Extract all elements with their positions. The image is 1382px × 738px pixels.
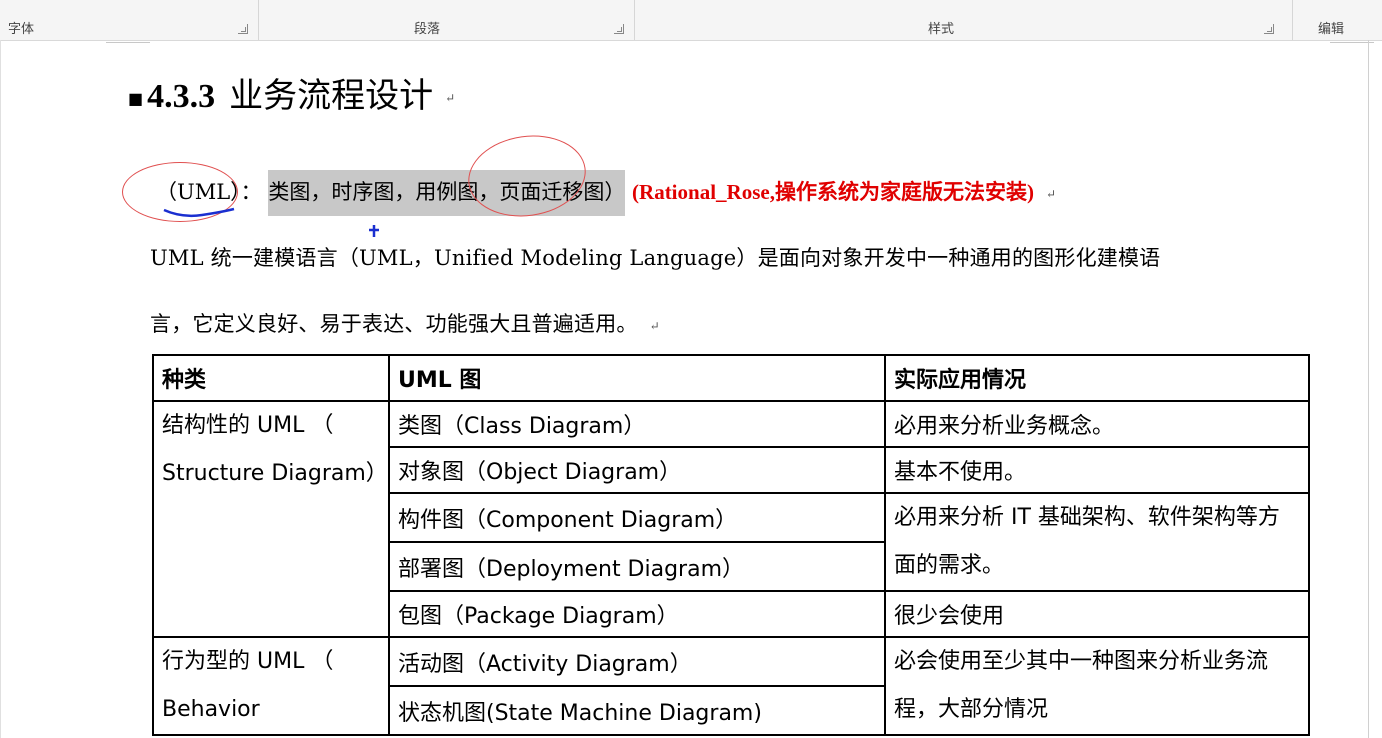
usage-cell[interactable]: 基本不使用。 xyxy=(884,446,1310,494)
uml-description-line-1[interactable]: UML 统一建模语言（UML，Unified Modeling Language… xyxy=(150,242,1160,272)
page-edge xyxy=(1368,40,1369,738)
paragraph-dialog-launcher-icon[interactable] xyxy=(614,24,624,34)
styles-dialog-launcher-icon[interactable] xyxy=(1264,24,1274,34)
usage-cell[interactable]: 很少会使用 xyxy=(884,590,1310,638)
diagram-cell[interactable]: 活动图（Activity Diagram） xyxy=(388,636,886,687)
ribbon-group-labels: 字体 段落 样式 编辑 xyxy=(0,0,1382,41)
paragraph-mark-icon: ↵ xyxy=(649,318,660,333)
install-note: (Rational_Rose,操作系统为家庭版无法安装) xyxy=(632,180,1034,204)
ribbon-group-paragraph[interactable]: 段落 xyxy=(414,18,440,37)
header-usage[interactable]: 实际应用情况 xyxy=(884,354,1310,402)
paragraph-mark-icon: ↵ xyxy=(445,91,456,105)
usage-cell[interactable]: 必会使用至少其中一种图来分析业务流程，大部分情况 xyxy=(884,636,1310,736)
category-structure[interactable]: 结构性的 UML （ Structure Diagram） xyxy=(152,400,390,638)
category-behavior[interactable]: 行为型的 UML （ Behavior xyxy=(152,636,390,736)
category-label: 结构性的 UML （ Structure Diagram） xyxy=(162,413,388,486)
usage-cell[interactable]: 必用来分析业务概念。 xyxy=(884,400,1310,448)
ruler-margin-marker xyxy=(106,42,150,43)
heading-title: 业务流程设计 xyxy=(229,76,434,116)
uml-description-line-2[interactable]: 言，它定义良好、易于表达、功能强大且普遍适用。 ↵ xyxy=(150,308,660,338)
header-category[interactable]: 种类 xyxy=(152,354,390,402)
font-dialog-launcher-icon[interactable] xyxy=(238,24,248,34)
diagram-cell[interactable]: 部署图（Deployment Diagram） xyxy=(388,541,886,592)
table-header-row: 种类 UML 图 实际应用情况 xyxy=(152,354,1310,402)
ribbon-divider xyxy=(258,0,259,40)
section-heading[interactable]: ■ 4.3.3 业务流程设计 ↵ xyxy=(128,68,455,117)
uml-summary-line[interactable]: （UML）： 类图，时序图，用例图，页面迁移图） (Rational_Rose,… xyxy=(150,170,1056,216)
diagram-cell[interactable]: 包图（Package Diagram） xyxy=(388,590,886,638)
diagram-cell[interactable]: 状态机图(State Machine Diagram) xyxy=(388,685,886,736)
diagram-cell[interactable]: 对象图（Object Diagram） xyxy=(388,446,886,494)
paragraph-mark-icon: ↵ xyxy=(1045,186,1056,201)
header-uml-diagram[interactable]: UML 图 xyxy=(388,354,886,402)
diagram-cell[interactable]: 类图（Class Diagram） xyxy=(388,400,886,448)
heading-bullet-icon: ■ xyxy=(128,88,144,108)
diagram-cell[interactable]: 构件图（Component Diagram） xyxy=(388,492,886,543)
ribbon-group-styles[interactable]: 样式 xyxy=(928,18,954,37)
table-row: 结构性的 UML （ Structure Diagram） 类图（Class D… xyxy=(152,400,1310,638)
colon: ： xyxy=(240,180,262,204)
heading-number: 4.3.3 xyxy=(147,78,216,115)
description-text: 言，它定义良好、易于表达、功能强大且普遍适用。 xyxy=(150,312,638,336)
category-label: 行为型的 UML （ Behavior xyxy=(162,649,334,722)
ribbon-divider xyxy=(1292,0,1293,40)
cursor-plus-icon xyxy=(369,225,379,237)
page-edge xyxy=(0,40,1,738)
blue-underline-scribble xyxy=(163,207,235,218)
uml-diagram-table: 种类 UML 图 实际应用情况 结构性的 UML （ Structure Dia… xyxy=(152,354,1310,736)
table-row: 行为型的 UML （ Behavior 活动图（Activity Diagram… xyxy=(152,636,1310,736)
ribbon-divider xyxy=(634,0,635,40)
usage-cell[interactable]: 必用来分析 IT 基础架构、软件架构等方面的需求。 xyxy=(884,492,1310,592)
ribbon-group-editing[interactable]: 编辑 xyxy=(1318,18,1344,37)
ribbon-group-font[interactable]: 字体 xyxy=(8,18,34,37)
